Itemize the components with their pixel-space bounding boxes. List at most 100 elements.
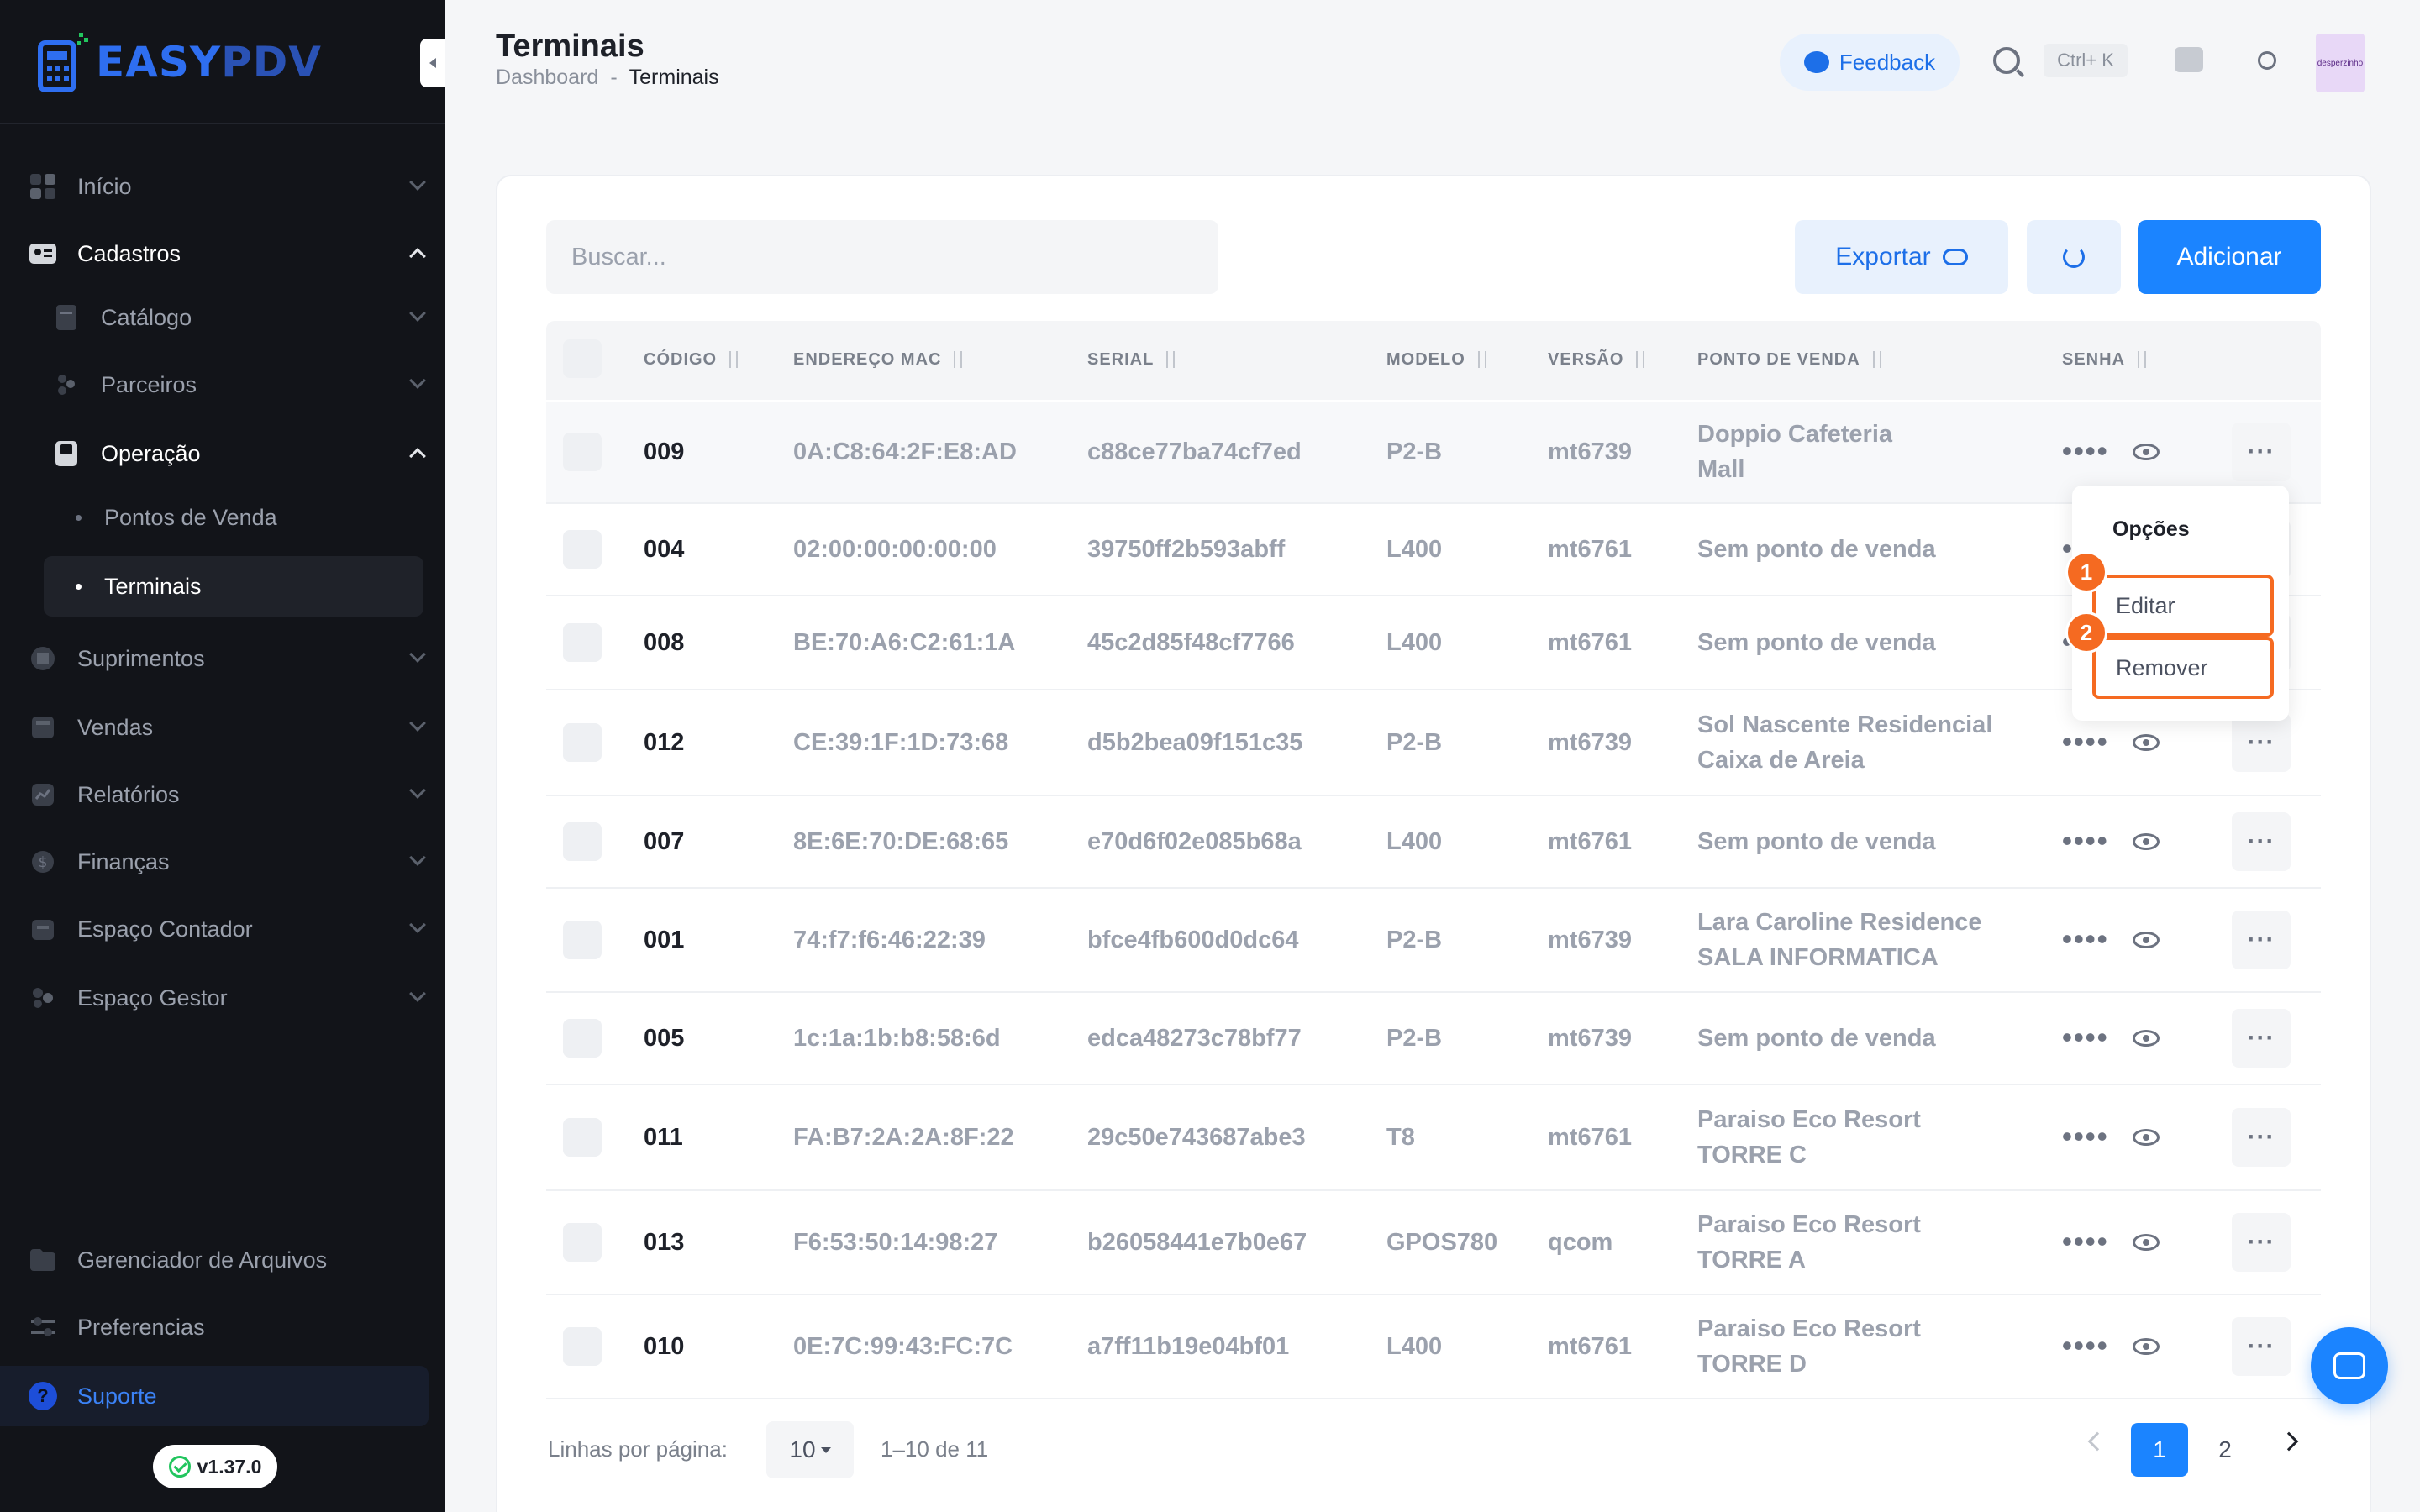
more-options-button[interactable]: ···	[2232, 713, 2291, 772]
table-row[interactable]: 010 0E:7C:99:43:FC:7C a7ff11b19e04bf01 L400…	[546, 1295, 2321, 1399]
feedback-label: Feedback	[1839, 49, 1936, 75]
more-options-button[interactable]: ···	[2232, 1009, 2291, 1068]
page-button-2[interactable]: 2	[2196, 1423, 2254, 1477]
sidebar-item-preferencias[interactable]: Preferencias	[29, 1299, 424, 1356]
more-options-button[interactable]: ···	[2232, 423, 2291, 481]
sidebar-item-inicio[interactable]: Início	[29, 158, 426, 215]
rows-per-page-select[interactable]: 10	[766, 1421, 854, 1478]
sidebar-item-espaco-contador[interactable]: Espaço Contador	[29, 900, 426, 958]
cell-ponto-de-venda: Doppio Cafeteria Mall	[1697, 417, 1892, 487]
eye-icon[interactable]	[2133, 444, 2160, 460]
table-row[interactable]: 013 F6:53:50:14:98:27 b26058441e7b0e67 GPOS…	[546, 1191, 2321, 1295]
eye-icon[interactable]	[2133, 932, 2160, 948]
sidebar-item-gerenciador-de-arquivos[interactable]: Gerenciador de Arquivos	[29, 1231, 424, 1289]
sidebar-item-relatorios[interactable]: Relatórios	[29, 766, 426, 823]
add-button[interactable]: Adicionar	[2138, 220, 2321, 294]
column-header-ponto-de-venda[interactable]: PONTO DE VENDA	[1697, 349, 1886, 370]
messages-icon[interactable]	[2175, 47, 2203, 72]
eye-icon[interactable]	[2133, 734, 2160, 751]
eye-icon[interactable]	[2133, 1338, 2160, 1355]
sidebar-item-vendas[interactable]: Vendas	[29, 699, 426, 756]
cell-serial: a7ff11b19e04bf01	[1087, 1333, 1290, 1360]
search-input[interactable]	[546, 220, 1218, 294]
column-header-modelo[interactable]: MODELO	[1386, 349, 1491, 370]
table-row[interactable]: 009 0A:C8:64:2F:E8:AD c88ce77ba74cf7ed P2-B…	[546, 402, 2321, 504]
sidebar-item-espaco-gestor[interactable]: Espaço Gestor	[29, 969, 426, 1026]
more-options-button[interactable]: ···	[2232, 911, 2291, 969]
select-all-checkbox[interactable]	[563, 339, 602, 378]
app-logo[interactable]: EASYPDV	[37, 29, 322, 96]
column-header-versao[interactable]: VERSÃO	[1548, 349, 1649, 370]
sidebar-item-pontos-de-venda[interactable]: Pontos de Venda	[44, 489, 424, 546]
cell-serial: 29c50e743687abe3	[1087, 1124, 1306, 1151]
row-checkbox[interactable]	[563, 921, 602, 959]
sidebar-item-label: Espaço Gestor	[77, 984, 228, 1011]
theme-toggle-icon[interactable]	[2252, 45, 2282, 76]
cell-versao: mt6739	[1548, 927, 1632, 953]
refresh-button[interactable]	[2027, 220, 2121, 294]
table-row[interactable]: 004 02:00:00:00:00:00 39750ff2b593abff L400…	[546, 504, 2321, 596]
more-options-button[interactable]: ···	[2232, 1317, 2291, 1376]
table-row[interactable]: 001 74:f7:f6:46:22:39 bfce4fb600d0dc64 P2-B…	[546, 889, 2321, 993]
menu-item-remover[interactable]: Remover	[2092, 637, 2274, 699]
row-checkbox[interactable]	[563, 1019, 602, 1058]
column-header-codigo[interactable]: CÓDIGO	[644, 349, 742, 370]
cell-ponto-de-venda-line2: Mall	[1697, 456, 1745, 483]
more-options-button[interactable]: ···	[2232, 1108, 2291, 1167]
sidebar-item-cadastros[interactable]: Cadastros	[29, 225, 426, 282]
cell-mac: 0A:C8:64:2F:E8:AD	[793, 438, 1017, 465]
column-header-mac[interactable]: ENDEREÇO MAC	[793, 349, 966, 370]
row-checkbox[interactable]	[563, 1118, 602, 1157]
sidebar-collapse-button[interactable]	[420, 39, 445, 87]
cell-modelo: L400	[1386, 629, 1443, 656]
row-checkbox[interactable]	[563, 530, 602, 569]
sidebar-item-suporte[interactable]: ? Suporte	[0, 1366, 429, 1426]
sidebar-item-parceiros[interactable]: Parceiros	[52, 356, 426, 413]
sidebar-item-financas[interactable]: $ Finanças	[29, 833, 426, 890]
cell-mac: F6:53:50:14:98:27	[793, 1229, 998, 1256]
breadcrumb-dashboard[interactable]: Dashboard	[496, 66, 598, 90]
cell-modelo: GPOS780	[1386, 1229, 1498, 1256]
sidebar-item-terminais[interactable]: Terminais	[44, 556, 424, 617]
breadcrumb: Dashboard - Terminais	[496, 66, 719, 90]
sidebar-item-catalogo[interactable]: Catálogo	[52, 289, 426, 346]
more-options-button[interactable]: ···	[2232, 1213, 2291, 1272]
search-icon[interactable]	[1993, 47, 2020, 74]
sidebar-item-operacao[interactable]: Operação	[52, 425, 426, 482]
row-checkbox[interactable]	[563, 723, 602, 762]
cell-serial: 39750ff2b593abff	[1087, 536, 1286, 563]
sidebar-item-label: Vendas	[77, 714, 154, 740]
table-row[interactable]: 012 CE:39:1F:1D:73:68 d5b2bea09f151c35 P2-B…	[546, 690, 2321, 796]
eye-icon[interactable]	[2133, 1030, 2160, 1047]
eye-icon[interactable]	[2133, 1234, 2160, 1251]
table-row[interactable]: 005 1c:1a:1b:b8:58:6d edca48273c78bf77 P2-B…	[546, 993, 2321, 1085]
export-button[interactable]: Exportar	[1795, 220, 2008, 294]
sidebar-item-suprimentos[interactable]: Suprimentos	[29, 630, 426, 687]
more-options-button[interactable]: ···	[2232, 812, 2291, 871]
sidebar-item-label: Finanças	[77, 848, 170, 874]
avatar[interactable]: desperzinho	[2316, 34, 2365, 92]
menu-item-editar[interactable]: Editar	[2092, 575, 2274, 637]
table-row[interactable]: 008 BE:70:A6:C2:61:1A 45c2d85f48cf7766 L400…	[546, 596, 2321, 690]
feedback-button[interactable]: Feedback	[1780, 34, 1960, 91]
chat-support-button[interactable]	[2311, 1327, 2388, 1404]
row-checkbox[interactable]	[563, 1327, 602, 1366]
row-checkbox[interactable]	[563, 1223, 602, 1262]
page-button-1[interactable]: 1	[2131, 1423, 2188, 1477]
check-circle-icon	[168, 1456, 191, 1478]
chevron-down-icon	[409, 916, 426, 933]
table-row[interactable]: 011 FA:B7:2A:2A:8F:22 29c50e743687abe3 T8 mt…	[546, 1085, 2321, 1191]
column-header-serial[interactable]: SERIAL	[1087, 349, 1179, 370]
cell-serial: edca48273c78bf77	[1087, 1025, 1302, 1052]
eye-icon[interactable]	[2133, 1129, 2160, 1146]
sidebar-item-label: Pontos de Venda	[104, 504, 277, 530]
version-badge: v1.37.0	[153, 1445, 277, 1488]
bullet-icon	[76, 583, 82, 590]
row-checkbox[interactable]	[563, 433, 602, 471]
eye-icon[interactable]	[2133, 833, 2160, 850]
column-header-senha[interactable]: SENHA	[2062, 349, 2150, 370]
table-row[interactable]: 007 8E:6E:70:DE:68:65 e70d6f02e085b68a L400…	[546, 796, 2321, 889]
row-checkbox[interactable]	[563, 822, 602, 861]
row-checkbox[interactable]	[563, 623, 602, 662]
cell-modelo: L400	[1386, 536, 1443, 563]
